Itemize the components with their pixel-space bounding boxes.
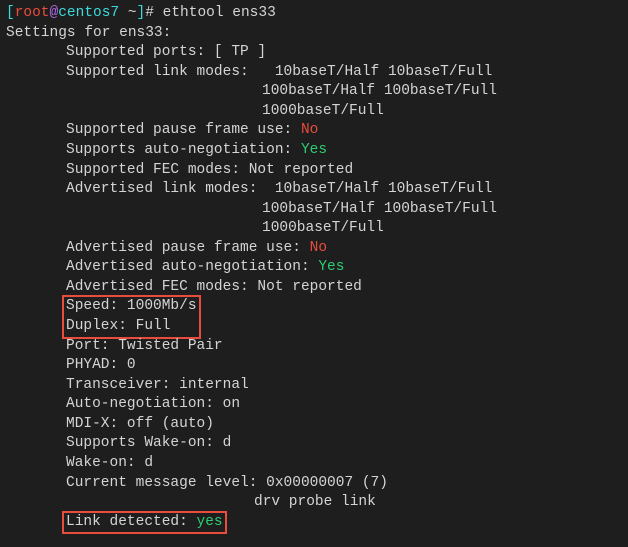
duplex: Duplex: Full [66,318,170,334]
supports-autoneg-value: Yes [301,142,327,158]
prompt-user: root [15,5,50,21]
supported-link-modes-1: 10baseT/Half 10baseT/Full [275,64,493,80]
advertised-link-modes-row: Advertised link modes: 10baseT/Half 10ba… [6,180,622,200]
speed: Speed: 1000Mb/s [66,298,197,314]
advertised-link-modes-3: 1000baseT/Full [6,219,622,239]
mdi-x: MDI-X: off (auto) [6,415,622,435]
supported-link-modes-2: 100baseT/Half 100baseT/Full [6,82,622,102]
prompt-line: [root@centos7 ~]# ethtool ens33 [6,4,622,24]
supports-wake-on: Supports Wake-on: d [6,434,622,454]
port: Port: Twisted Pair [6,337,622,357]
prompt-hash: # [145,5,162,21]
phyad: PHYAD: 0 [6,356,622,376]
transceiver: Transceiver: internal [6,376,622,396]
auto-negotiation: Auto-negotiation: on [6,395,622,415]
advertised-autoneg-row: Advertised auto-negotiation: Yes [6,258,622,278]
advertised-autoneg-value: Yes [318,259,344,275]
advertised-link-modes-label: Advertised link modes: [66,181,275,197]
advertised-link-modes-1: 10baseT/Half 10baseT/Full [275,181,493,197]
supported-pause-row: Supported pause frame use: No [6,121,622,141]
link-detected-label: Link detected: [66,514,197,530]
supported-pause-value: No [301,122,318,138]
advertised-pause-row: Advertised pause frame use: No [6,239,622,259]
advertised-pause-label: Advertised pause frame use: [66,240,310,256]
prompt-path: ~ [119,5,136,21]
supported-link-modes-row: Supported link modes: 10baseT/Half 10bas… [6,63,622,83]
bracket-open: [ [6,5,15,21]
bracket-close: ] [137,5,146,21]
supported-fec: Supported FEC modes: Not reported [6,161,622,181]
message-level: Current message level: 0x00000007 (7) [6,474,622,494]
link-detected-highlight: Link detected: yes [6,513,622,533]
supported-ports: Supported ports: [ TP ] [6,43,622,63]
prompt-at: @ [50,5,59,21]
advertised-link-modes-2: 100baseT/Half 100baseT/Full [6,200,622,220]
link-detected-value: yes [197,514,223,530]
wake-on: Wake-on: d [6,454,622,474]
supports-autoneg-row: Supports auto-negotiation: Yes [6,141,622,161]
supported-link-modes-3: 1000baseT/Full [6,102,622,122]
supported-pause-label: Supported pause frame use: [66,122,301,138]
terminal-output: [root@centos7 ~]# ethtool ens33 Settings… [6,4,622,532]
supports-autoneg-label: Supports auto-negotiation: [66,142,301,158]
command-text: ethtool ens33 [163,5,276,21]
prompt-host: centos7 [58,5,119,21]
speed-duplex-highlight: Speed: 1000Mb/s Duplex: Full [6,297,622,336]
supported-link-modes-label: Supported link modes: [66,64,275,80]
advertised-autoneg-label: Advertised auto-negotiation: [66,259,318,275]
settings-header: Settings for ens33: [6,24,622,44]
advertised-pause-value: No [310,240,327,256]
